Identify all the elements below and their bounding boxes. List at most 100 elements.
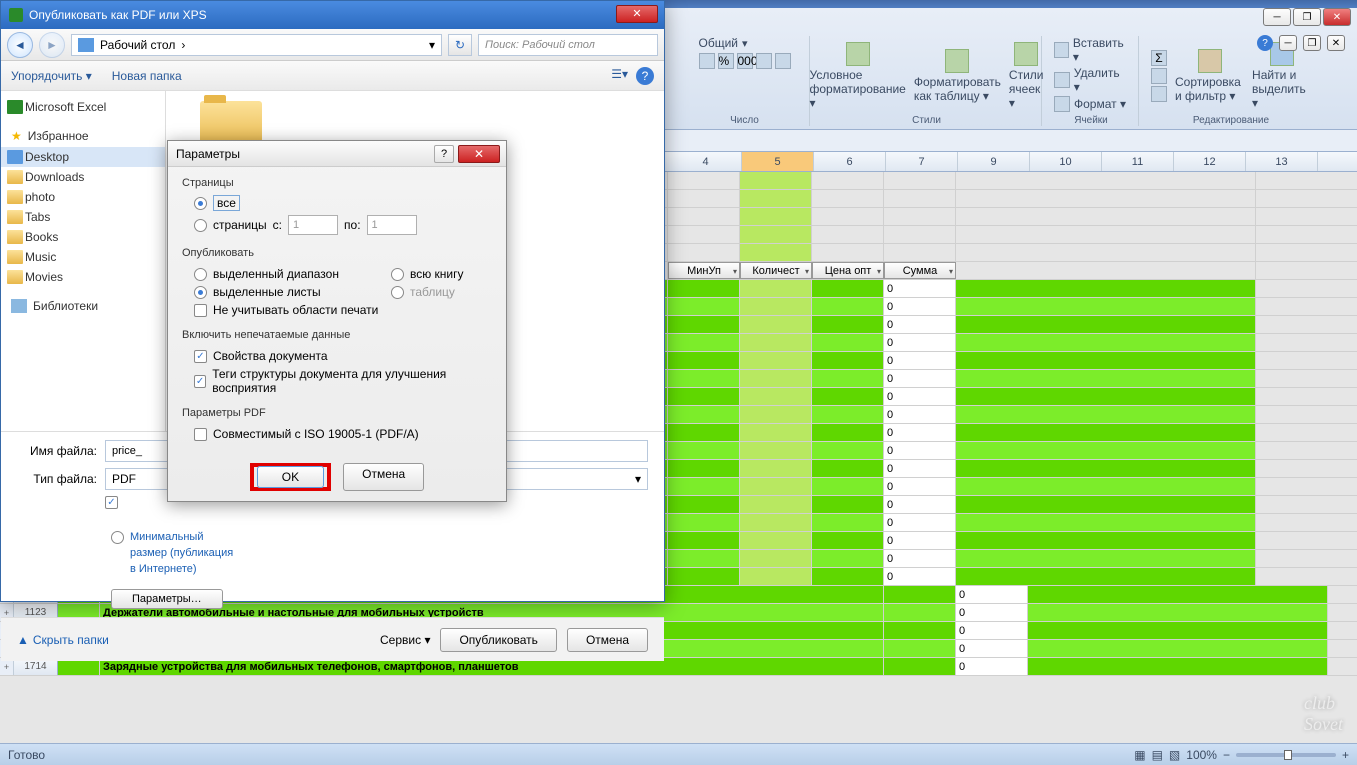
hide-folders[interactable]: ▲Скрыть папки: [17, 633, 109, 647]
col-header[interactable]: 9: [958, 152, 1030, 171]
ribbon-close[interactable]: ✕: [1327, 35, 1345, 51]
pub-range-radio[interactable]: [194, 268, 207, 281]
service-menu[interactable]: Сервис ▾: [380, 633, 430, 647]
sidebar-item-desktop[interactable]: Desktop: [1, 147, 165, 167]
optimize-min-radio[interactable]: [111, 531, 124, 544]
col-header[interactable]: 10: [1030, 152, 1102, 171]
dialog-close[interactable]: ✕: [616, 5, 658, 23]
params-help[interactable]: ?: [434, 145, 454, 163]
filetype-label: Тип файла:: [17, 472, 97, 486]
params-title: Параметры ? ✕: [168, 141, 506, 167]
search-input[interactable]: Поиск: Рабочий стол: [478, 34, 658, 56]
sidebar-libraries[interactable]: Библиотеки: [1, 295, 165, 317]
sidebar-item-music[interactable]: Music: [1, 247, 165, 267]
view-menu[interactable]: ☰▾: [611, 67, 628, 85]
col-header[interactable]: 11: [1102, 152, 1174, 171]
zoom-slider[interactable]: [1236, 753, 1336, 757]
sidebar-item-tabs[interactable]: Tabs: [1, 207, 165, 227]
iso-checkbox[interactable]: [194, 428, 207, 441]
table-header[interactable]: Количест: [740, 262, 812, 279]
comma-icon[interactable]: 000: [737, 53, 753, 69]
table-header[interactable]: МинУп: [668, 262, 740, 279]
ignore-print-checkbox[interactable]: [194, 304, 207, 317]
sidebar-item-movies[interactable]: Movies: [1, 267, 165, 287]
find-select[interactable]: Найти и выделить ▾: [1252, 42, 1311, 110]
view-normal-icon[interactable]: ▦: [1134, 748, 1145, 762]
autosum-icon[interactable]: Σ: [1151, 50, 1167, 66]
optimize-min-label: Минимальный: [130, 531, 233, 543]
delete-cells[interactable]: Удалить ▾: [1054, 66, 1128, 94]
sidebar-item-excel[interactable]: Microsoft Excel: [1, 97, 165, 117]
fill-icon[interactable]: [1151, 68, 1167, 84]
pub-table-radio: [391, 286, 404, 299]
col-header[interactable]: 5: [742, 152, 814, 171]
new-folder-button[interactable]: Новая папка: [112, 69, 182, 83]
view-layout-icon[interactable]: ▤: [1152, 748, 1163, 762]
format-cells[interactable]: Формат ▾: [1054, 96, 1126, 112]
format-as-table[interactable]: Форматировать как таблицу ▾: [914, 49, 1001, 103]
pages-all-radio[interactable]: [194, 197, 207, 210]
col-header[interactable]: 12: [1174, 152, 1246, 171]
doc-props-checkbox[interactable]: [194, 350, 207, 363]
section-publish: Опубликовать: [182, 245, 492, 261]
group-styles: Стили: [912, 115, 941, 126]
refresh-icon[interactable]: ↻: [448, 34, 472, 56]
nav-forward[interactable]: ►: [39, 32, 65, 58]
currency-icon[interactable]: [699, 53, 715, 69]
page-to-input[interactable]: 1: [367, 215, 417, 235]
inc-decimal-icon[interactable]: [756, 53, 772, 69]
table-header[interactable]: Цена опт: [812, 262, 884, 279]
sort-filter[interactable]: Сортировка и фильтр ▾: [1175, 49, 1244, 103]
view-break-icon[interactable]: ▧: [1169, 748, 1180, 762]
pages-range-label: страницы: [213, 218, 267, 232]
status-text: Готово: [8, 748, 45, 762]
group-editing: Редактирование: [1193, 115, 1269, 126]
col-header[interactable]: 4: [670, 152, 742, 171]
col-header[interactable]: 6: [814, 152, 886, 171]
open-after-checkbox[interactable]: [105, 496, 118, 509]
col-header[interactable]: 13: [1246, 152, 1318, 171]
parameters-button[interactable]: Параметры…: [111, 589, 223, 609]
insert-cells[interactable]: Вставить ▾: [1054, 36, 1128, 64]
help-icon[interactable]: ?: [1257, 35, 1273, 51]
window-close[interactable]: ✕: [1323, 8, 1351, 26]
ribbon-minimize[interactable]: ─: [1279, 35, 1297, 51]
ok-highlight: OK: [250, 463, 331, 491]
ok-button[interactable]: OK: [257, 466, 324, 488]
sidebar-favorites[interactable]: ★Избранное: [1, 125, 165, 147]
params-cancel-button[interactable]: Отмена: [343, 463, 424, 491]
cell-styles[interactable]: Стили ячеек ▾: [1009, 42, 1044, 110]
zoom-out[interactable]: −: [1223, 748, 1230, 762]
address-bar[interactable]: Рабочий стол› ▾: [71, 34, 442, 56]
pages-range-radio[interactable]: [194, 219, 207, 232]
cancel-button[interactable]: Отмена: [567, 628, 648, 652]
sidebar-item-downloads[interactable]: Downloads: [1, 167, 165, 187]
zoom-in[interactable]: +: [1342, 748, 1349, 762]
help-icon[interactable]: ?: [636, 67, 654, 85]
sidebar-item-photo[interactable]: photo: [1, 187, 165, 207]
params-close[interactable]: ✕: [458, 145, 500, 163]
pub-book-radio[interactable]: [391, 268, 404, 281]
publish-button[interactable]: Опубликовать: [440, 628, 556, 652]
desktop-icon: [78, 38, 94, 52]
filename-label: Имя файла:: [17, 444, 97, 458]
ribbon-restore[interactable]: ❐: [1303, 35, 1321, 51]
sidebar-item-books[interactable]: Books: [1, 227, 165, 247]
clear-icon[interactable]: [1151, 86, 1167, 102]
window-minimize[interactable]: ─: [1263, 8, 1291, 26]
pub-sheets-radio[interactable]: [194, 286, 207, 299]
table-header[interactable]: Сумма: [884, 262, 956, 279]
number-format-dropdown[interactable]: Общий ▾: [699, 36, 748, 50]
dec-decimal-icon[interactable]: [775, 53, 791, 69]
struct-tags-checkbox[interactable]: [194, 375, 206, 388]
group-cells: Ячейки: [1074, 115, 1108, 126]
window-restore[interactable]: ❐: [1293, 8, 1321, 26]
conditional-formatting[interactable]: Условное форматирование ▾: [810, 42, 906, 110]
zoom-level: 100%: [1186, 748, 1217, 762]
page-from-input[interactable]: 1: [288, 215, 338, 235]
pages-all-label: все: [213, 195, 240, 211]
organize-menu[interactable]: Упорядочить ▾: [11, 69, 92, 83]
percent-icon[interactable]: %: [718, 53, 734, 69]
nav-back[interactable]: ◄: [7, 32, 33, 58]
col-header[interactable]: 7: [886, 152, 958, 171]
